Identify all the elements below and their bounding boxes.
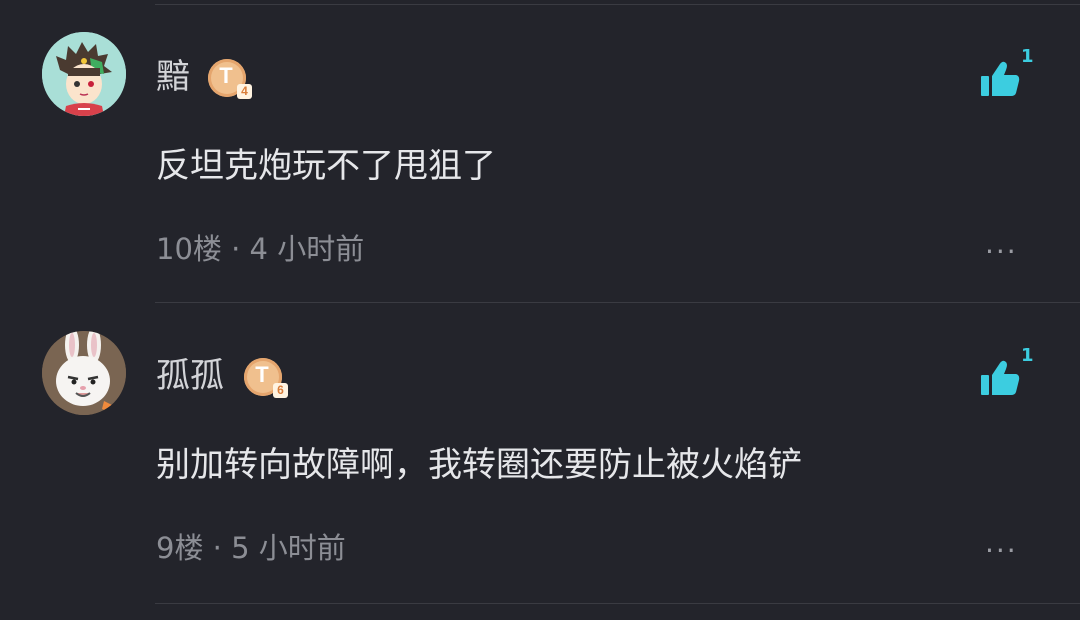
bunny-avatar-icon (42, 331, 126, 415)
bottom-divider (155, 603, 1080, 604)
comment-item: 黯 T 4 1 反坦克炮玩不了甩狙了 10楼 · 4 小时前 ··· (0, 4, 1080, 304)
like-count: 1 (1021, 345, 1034, 366)
thumbs-up-icon (981, 61, 1020, 96)
comment-text: 别加转向故障啊，我转圈还要防止被火焰铲 (156, 445, 802, 485)
username[interactable]: 黯 (156, 57, 190, 97)
comment-meta: 10楼 · 4 小时前 (156, 232, 365, 266)
user-level-badge: T 6 (244, 358, 288, 398)
like-button[interactable] (978, 355, 1026, 403)
comment-meta: 9楼 · 5 小时前 (156, 531, 346, 565)
like-button[interactable] (978, 56, 1026, 104)
like-count: 1 (1021, 46, 1034, 67)
anime-boy-avatar-icon (42, 32, 126, 116)
badge-level: 4 (237, 84, 252, 99)
more-options-icon[interactable]: ··· (985, 238, 1018, 266)
username[interactable]: 孤孤 (156, 356, 224, 396)
comment-text: 反坦克炮玩不了甩狙了 (156, 146, 496, 186)
user-level-badge: T 4 (208, 59, 252, 99)
avatar[interactable] (42, 331, 126, 415)
more-options-icon[interactable]: ··· (985, 537, 1018, 565)
comment-item: 孤孤 T 6 1 别加转向故障啊，我转圈还要防止被火焰铲 9楼 · 5 小时前 … (0, 303, 1080, 603)
badge-level: 6 (273, 383, 288, 398)
thumbs-up-icon (981, 360, 1020, 395)
avatar[interactable] (42, 32, 126, 116)
